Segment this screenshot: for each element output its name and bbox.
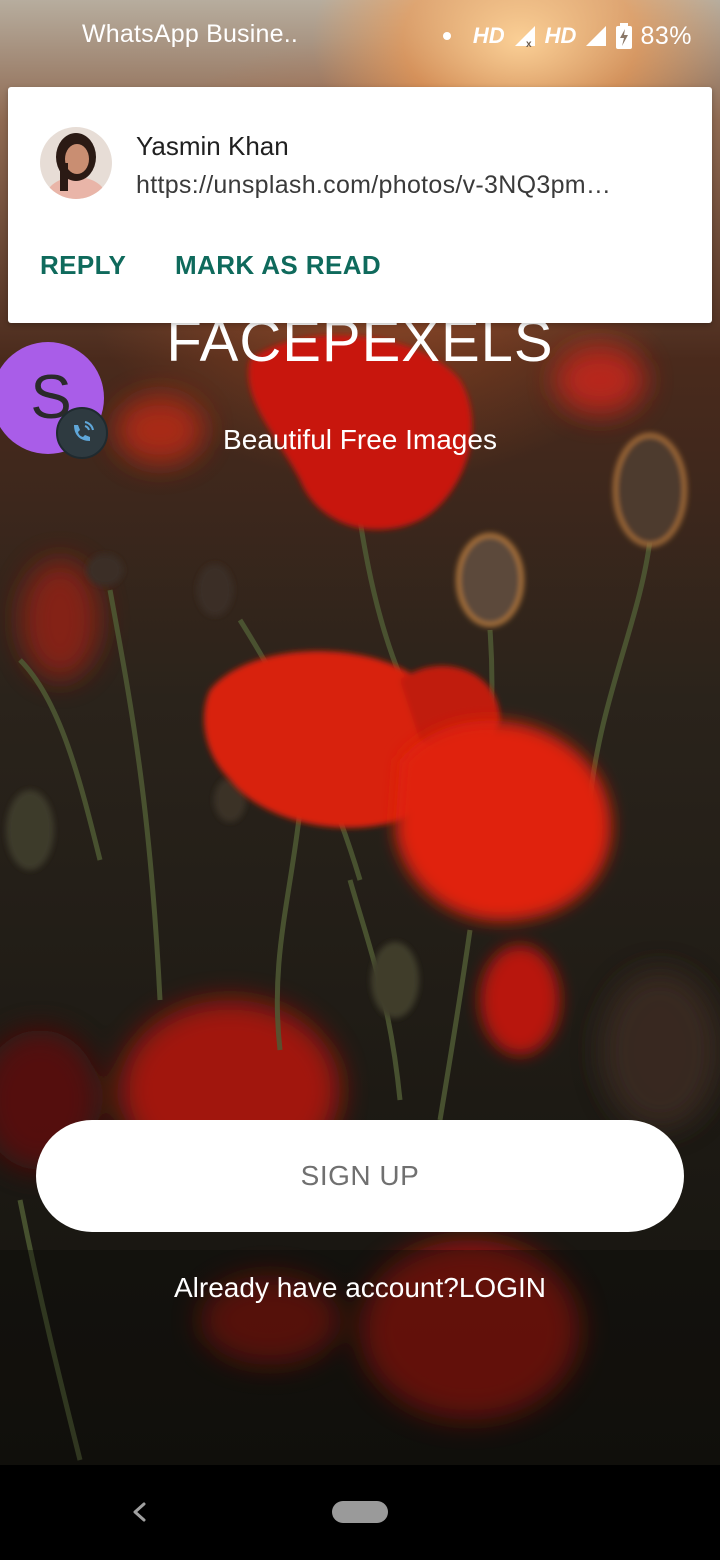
status-bar: WhatsApp Busine.. HD x HD 83%: [0, 0, 720, 70]
reply-button[interactable]: REPLY: [40, 250, 126, 281]
login-prompt: Already have account?LOGIN: [0, 1272, 720, 1304]
app-subtitle: Beautiful Free Images: [223, 424, 497, 455]
notification-dot-icon: [442, 32, 451, 40]
battery-charging-icon: [616, 23, 633, 49]
signal-strength-icon: [586, 26, 607, 46]
sign-up-button[interactable]: SIGN UP: [36, 1120, 684, 1232]
signal-no-data-icon: x: [514, 26, 535, 48]
app-screen: WhatsApp Busine.. HD x HD 83% FACEPEXELS…: [0, 0, 720, 1560]
status-indicators: HD x HD 83%: [442, 20, 692, 52]
notification-message: https://unsplash.com/photos/v-3NQ3pm…: [136, 171, 612, 199]
network-type-label-2: HD: [544, 23, 577, 48]
status-app-label: WhatsApp Busine..: [82, 20, 299, 48]
battery-percentage: 83%: [640, 21, 692, 50]
svg-text:x: x: [526, 39, 532, 48]
back-chevron-icon[interactable]: [124, 1494, 154, 1530]
home-pill-icon[interactable]: [332, 1501, 388, 1523]
message-notification[interactable]: Yasmin Khan https://unsplash.com/photos/…: [8, 87, 712, 323]
sender-avatar: [40, 127, 112, 199]
mark-as-read-button[interactable]: MARK AS READ: [175, 250, 381, 281]
login-link[interactable]: LOGIN: [459, 1272, 546, 1303]
notification-sender: Yasmin Khan: [136, 131, 289, 161]
network-type-label: HD: [472, 23, 505, 48]
phone-call-icon: [56, 407, 108, 459]
system-nav-bar: [0, 1465, 720, 1560]
login-prompt-text: Already have account?: [174, 1272, 459, 1303]
